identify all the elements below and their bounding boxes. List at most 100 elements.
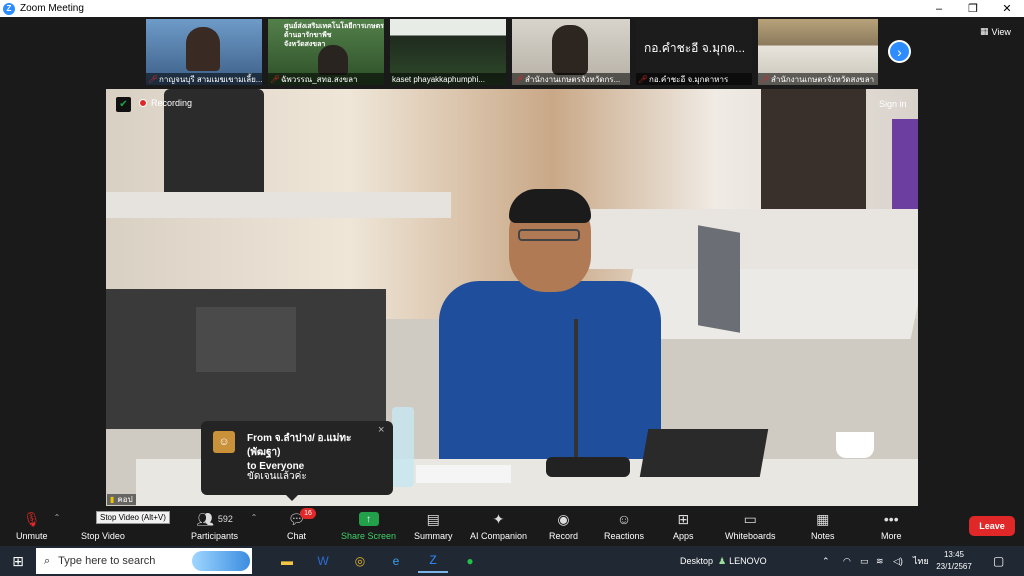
grid-view-icon: ▦ (980, 26, 989, 36)
apps-button[interactable]: ⊞ Apps (673, 509, 694, 545)
more-dots-icon: ••• (883, 511, 899, 527)
edge-icon[interactable]: e (381, 549, 411, 573)
notification-icon[interactable]: ▢ (993, 546, 1004, 576)
window-title: Zoom Meeting (20, 3, 84, 14)
show-hidden-icons-icon[interactable]: ⌃ (822, 546, 830, 576)
thumbnail-banner-line: ศูนย์ส่งเสริมเทคโนโลยีการเกษตร (284, 23, 384, 30)
participant-thumbnail[interactable]: กอ.คำชะอี จ.มุกด... 🎤︎ กอ.คำชะอี จ.มุกดาห… (636, 19, 752, 85)
chrome-icon[interactable]: ◎ (345, 549, 375, 573)
muted-mic-icon: 🎤︎ (638, 74, 649, 84)
button-label: Summary (414, 531, 453, 541)
participant-thumbnail[interactable]: 🎤︎ สำนักงานเกษตรจังหวัดสงขลา (758, 19, 878, 85)
search-highlight-image (192, 551, 250, 571)
thumbnail-banner-line: ด้านอารักขาพืช (284, 32, 332, 39)
participant-thumbnail[interactable]: ศูนย์ส่งเสริมเทคโนโลยีการเกษตร ด้านอารัก… (268, 19, 384, 85)
chat-unread-badge: 16 (300, 508, 316, 519)
volume-icon[interactable]: ◁) (893, 546, 903, 576)
participant-thumbnail[interactable]: 🎤︎ สำนักงานเกษตรจังหวัดกร... (512, 19, 630, 85)
recording-dot-icon (139, 99, 147, 107)
chat-sender: From จ.ลำปาง/ อ.แม่ทะ (พัฒฐา) (247, 433, 352, 458)
participant-name: ฉัพวรรณ_สทอ.สงขลา (281, 74, 358, 84)
signal-strength-icon: ▮ (110, 495, 115, 504)
view-label: View (991, 26, 1011, 37)
taskbar-clock[interactable]: 13:45 23/1/2567 (932, 549, 976, 573)
next-page-arrow-icon[interactable]: › (888, 40, 911, 63)
whiteboard-icon: ▭ (743, 510, 757, 527)
minimize-button[interactable]: – (922, 0, 956, 17)
participant-name: สำนักงานเกษตรจังหวัดกร... (525, 74, 621, 84)
chat-notification-popup[interactable]: ☺ From จ.ลำปาง/ อ.แม่ทะ (พัฒฐา) to Every… (201, 421, 393, 501)
close-icon[interactable]: × (378, 424, 384, 436)
participant-name: สำนักงานเกษตรจังหวัดสงขลา (771, 74, 875, 84)
zoom-taskbar-icon[interactable]: Z (418, 549, 448, 573)
sign-in-link[interactable]: Sign in (879, 99, 907, 109)
record-icon: ◉ (557, 510, 570, 527)
participant-thumbnail[interactable]: 🎤︎ กาญจนบุรี สามเมฆเขามเลี้ย... (146, 19, 262, 85)
chevron-up-icon[interactable]: ⌃ (54, 513, 61, 522)
window-controls: – ❐ ✕ (922, 0, 1024, 17)
sparkle-icon: ✦ (492, 510, 505, 527)
search-icon: ⌕ (44, 554, 51, 567)
windows-start-icon[interactable]: ⊞ (0, 546, 36, 576)
network-icon[interactable]: ◠ (843, 546, 851, 576)
file-explorer-icon[interactable]: ▬ (272, 549, 302, 573)
apps-icon: ⊞ (677, 510, 690, 527)
participants-button[interactable]: 👥︎ 592 Participants (191, 509, 238, 545)
chevron-up-icon[interactable]: ⌃ (251, 513, 258, 522)
speaker-name-tag: ▮ คอป (107, 494, 136, 505)
title-bar: Z Zoom Meeting – ❐ ✕ (0, 0, 1024, 17)
participant-name: กาญจนบุรี สามเมฆเขามเลี้ย... (159, 74, 262, 84)
recording-indicator[interactable]: Recording (139, 98, 192, 108)
notes-icon: ▦ (816, 510, 830, 527)
smiley-icon: ☺ (616, 511, 632, 527)
muted-mic-icon: 🎤︎ (270, 74, 281, 84)
button-label: Stop Video (81, 531, 125, 541)
zoom-logo-icon: Z (3, 2, 15, 15)
share-screen-button[interactable]: ↑ Share Screen (341, 509, 396, 545)
leave-button[interactable]: Leave (969, 516, 1015, 536)
view-button[interactable]: ▦ View (980, 26, 1011, 37)
notes-button[interactable]: ▦ Notes (811, 509, 835, 545)
button-label: Record (549, 531, 579, 541)
search-placeholder: Type here to search (58, 555, 156, 567)
user-icon: ♟ (718, 555, 727, 566)
muted-mic-icon: 🎤︎ (514, 74, 525, 84)
word-icon[interactable]: W (308, 549, 338, 573)
unmute-button[interactable]: 🎙︎ Unmute (16, 509, 48, 545)
line-app-icon[interactable]: ● (455, 549, 485, 573)
language-indicator[interactable]: ไทย (913, 546, 929, 576)
reactions-button[interactable]: ☺ Reactions (604, 509, 644, 545)
taskbar-search-box[interactable]: ⌕ Type here to search (36, 548, 252, 574)
more-button[interactable]: ••• More (881, 509, 902, 545)
wifi-icon[interactable]: ≋ (876, 546, 884, 576)
muted-mic-icon: 🎤︎ (760, 74, 771, 84)
speaker-name: คอป (117, 495, 133, 504)
ai-companion-button[interactable]: ✦ AI Companion (470, 509, 527, 545)
record-button[interactable]: ◉ Record (549, 509, 578, 545)
button-label: Chat (287, 531, 307, 541)
recording-label: Recording (151, 98, 193, 108)
muted-microphone-icon: 🎙︎ (22, 510, 41, 527)
participant-name: กอ.คำชะอี จ.มุกดาหาร (649, 74, 729, 84)
encryption-shield-icon[interactable]: ✔ (116, 97, 131, 112)
restore-button[interactable]: ❐ (956, 0, 990, 17)
battery-icon[interactable]: ▭ (860, 546, 869, 576)
button-label: More (881, 531, 902, 541)
close-window-button[interactable]: ✕ (990, 0, 1024, 17)
desktop-toolbar-label[interactable]: Desktop (680, 546, 713, 576)
summary-button[interactable]: ▤ Summary (414, 509, 453, 545)
participant-thumbnail[interactable]: kaset phayakkaphumphi... (390, 19, 506, 85)
lenovo-label: LENOVO (729, 556, 767, 566)
button-label: Participants (191, 531, 239, 541)
whiteboards-button[interactable]: ▭ Whiteboards (725, 509, 776, 545)
stop-video-tooltip: Stop Video (Alt+V) (96, 511, 170, 524)
thumbnail-display-name: กอ.คำชะอี จ.มุกด... (644, 41, 746, 55)
button-label: AI Companion (470, 531, 528, 541)
muted-mic-icon: 🎤︎ (148, 74, 159, 84)
button-label: Whiteboards (725, 531, 776, 541)
share-screen-icon: ↑ (358, 512, 379, 526)
button-label: Notes (811, 531, 835, 541)
clock-time: 13:45 (943, 550, 965, 559)
sender-avatar: ☺ (213, 431, 235, 453)
participants-icon: 👥︎ (196, 510, 214, 527)
